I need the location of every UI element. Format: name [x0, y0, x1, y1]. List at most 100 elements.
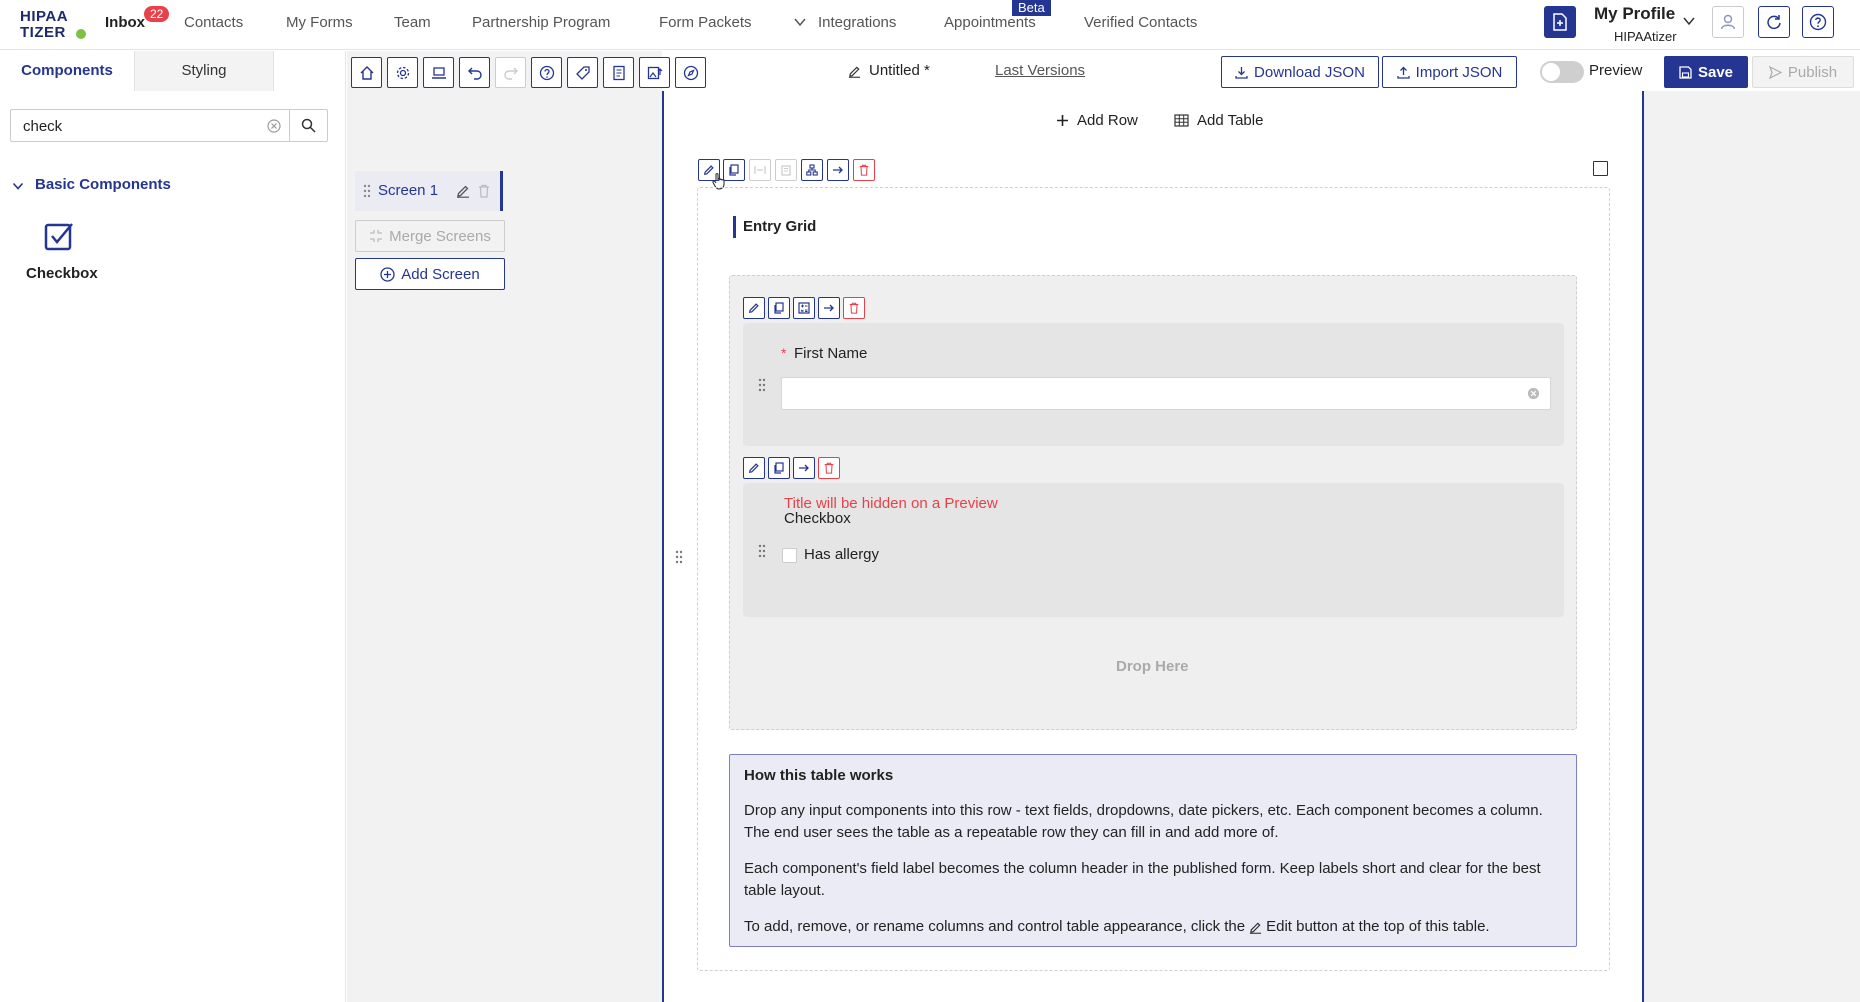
- checkbox-delete-icon[interactable]: [818, 457, 840, 479]
- first-name-input[interactable]: [781, 377, 1551, 410]
- forms-icon-button[interactable]: [1544, 6, 1576, 38]
- tags-icon[interactable]: [567, 57, 598, 88]
- checkbox-move-icon[interactable]: [793, 457, 815, 479]
- logo-text-line2: TIZER: [20, 24, 66, 41]
- pencil-icon[interactable]: [848, 65, 861, 78]
- table-icon: [1174, 114, 1189, 127]
- merge-icon: [369, 229, 383, 243]
- select-table-checkbox[interactable]: [1593, 161, 1608, 176]
- field-edit-icon[interactable]: [743, 297, 765, 319]
- user-icon[interactable]: [1712, 6, 1744, 38]
- checkbox-component-label: Checkbox: [26, 265, 98, 282]
- nav-team[interactable]: Team: [394, 14, 431, 31]
- trash-icon[interactable]: [478, 184, 490, 198]
- redo-icon[interactable]: [495, 57, 526, 88]
- row-drag-handle-icon[interactable]: [674, 550, 684, 564]
- field-delete-icon[interactable]: [843, 297, 865, 319]
- publish-button[interactable]: Publish: [1752, 56, 1854, 88]
- last-versions-link[interactable]: Last Versions: [995, 62, 1085, 79]
- nav-integrations[interactable]: Integrations: [818, 14, 896, 31]
- add-row-button[interactable]: Add Row: [1056, 112, 1138, 129]
- download-json-label: Download JSON: [1254, 63, 1365, 81]
- edit-icon[interactable]: [456, 184, 470, 198]
- merge-screens-label: Merge Screens: [389, 227, 491, 245]
- save-button[interactable]: Save: [1664, 56, 1748, 88]
- table-paste-icon[interactable]: [775, 159, 797, 181]
- drag-handle-icon[interactable]: [363, 184, 371, 198]
- beta-badge: Beta: [1012, 0, 1051, 16]
- tab-components[interactable]: Components: [0, 51, 134, 91]
- checkbox-field-title: Checkbox: [784, 510, 851, 527]
- save-label: Save: [1697, 63, 1734, 81]
- table-move-icon[interactable]: [827, 159, 849, 181]
- field-calculator-icon[interactable]: [793, 297, 815, 319]
- checkbox-copy-icon[interactable]: [768, 457, 790, 479]
- help-icon[interactable]: [1802, 6, 1834, 38]
- required-asterisk: *: [781, 345, 787, 361]
- home-icon[interactable]: [351, 57, 382, 88]
- screen-name: Screen 1: [378, 182, 439, 199]
- checkbox-component-tile[interactable]: Checkbox: [14, 221, 104, 301]
- logo[interactable]: HIPAA TIZER: [20, 8, 86, 41]
- help-paragraph-2: Each component's field label becomes the…: [744, 860, 1541, 899]
- image-upload-icon[interactable]: [639, 57, 670, 88]
- field-move-icon[interactable]: [818, 297, 840, 319]
- add-table-button[interactable]: Add Table: [1174, 112, 1263, 129]
- merge-screens-button[interactable]: Merge Screens: [355, 220, 505, 252]
- top-navigation: HIPAA TIZER Inbox 22 Contacts My Forms T…: [0, 0, 1860, 50]
- download-json-button[interactable]: Download JSON: [1221, 56, 1379, 88]
- plus-icon: [1056, 114, 1069, 127]
- nav-inbox[interactable]: Inbox: [105, 14, 145, 31]
- component-search-input[interactable]: check: [10, 109, 328, 142]
- first-name-label: First Name: [794, 345, 868, 362]
- help-paragraph-1: Drop any input components into this row …: [744, 802, 1543, 841]
- table-delete-icon[interactable]: [853, 159, 875, 181]
- clear-search-icon[interactable]: [267, 119, 281, 133]
- logo-text-line1: HIPAA: [20, 8, 69, 25]
- first-name-drag-handle-icon[interactable]: [757, 378, 767, 392]
- add-screen-button[interactable]: Add Screen: [355, 258, 505, 290]
- refresh-icon[interactable]: [1758, 6, 1790, 38]
- has-allergy-checkbox[interactable]: [782, 548, 797, 563]
- compass-icon[interactable]: [675, 57, 706, 88]
- laptop-icon[interactable]: [423, 57, 454, 88]
- document-title[interactable]: Untitled *: [869, 62, 930, 79]
- components-panel: Components Styling check Basic Component…: [0, 51, 346, 1002]
- document-icon[interactable]: [603, 57, 634, 88]
- save-icon: [1679, 65, 1692, 79]
- nav-my-forms[interactable]: My Forms: [286, 14, 353, 31]
- import-json-label: Import JSON: [1415, 63, 1503, 81]
- basic-components-heading[interactable]: Basic Components: [35, 176, 171, 193]
- field-copy-icon[interactable]: [768, 297, 790, 319]
- nav-form-packets[interactable]: Form Packets: [659, 14, 752, 31]
- profile-chevron-icon[interactable]: [1682, 14, 1696, 28]
- nav-contacts[interactable]: Contacts: [184, 14, 243, 31]
- toggle-knob: [1542, 63, 1560, 81]
- clear-input-icon[interactable]: [1527, 387, 1540, 400]
- table-resize-icon[interactable]: [749, 159, 771, 181]
- nav-verified-contacts[interactable]: Verified Contacts: [1084, 14, 1197, 31]
- search-icon[interactable]: [301, 118, 316, 133]
- checkbox-edit-icon[interactable]: [743, 457, 765, 479]
- help-p3-text-after: Edit button at the top of this table.: [1266, 918, 1490, 935]
- settings-gear-icon[interactable]: [387, 57, 418, 88]
- preview-toggle[interactable]: [1540, 61, 1584, 83]
- screen-item-1[interactable]: Screen 1: [355, 171, 503, 211]
- profile-title[interactable]: My Profile: [1594, 4, 1675, 24]
- table-hierarchy-icon[interactable]: [801, 159, 823, 181]
- inbox-count-badge: 22: [144, 6, 170, 22]
- nav-partnership-program[interactable]: Partnership Program: [472, 14, 610, 31]
- screens-column: Screen 1 Merge Screens Add Screen: [347, 51, 662, 1002]
- nav-appointments[interactable]: Appointments: [944, 14, 1036, 31]
- chevron-down-icon: [793, 15, 807, 29]
- tab-styling[interactable]: Styling: [134, 51, 274, 91]
- collapse-chevron-icon[interactable]: [12, 180, 24, 192]
- undo-icon[interactable]: [459, 57, 490, 88]
- import-json-button[interactable]: Import JSON: [1382, 56, 1517, 88]
- question-icon[interactable]: [531, 57, 562, 88]
- search-separator: [289, 110, 290, 141]
- add-screen-label: Add Screen: [401, 265, 480, 283]
- table-copy-icon[interactable]: [723, 159, 745, 181]
- checkbox-icon: [44, 221, 74, 251]
- checkbox-drag-handle-icon[interactable]: [757, 544, 767, 558]
